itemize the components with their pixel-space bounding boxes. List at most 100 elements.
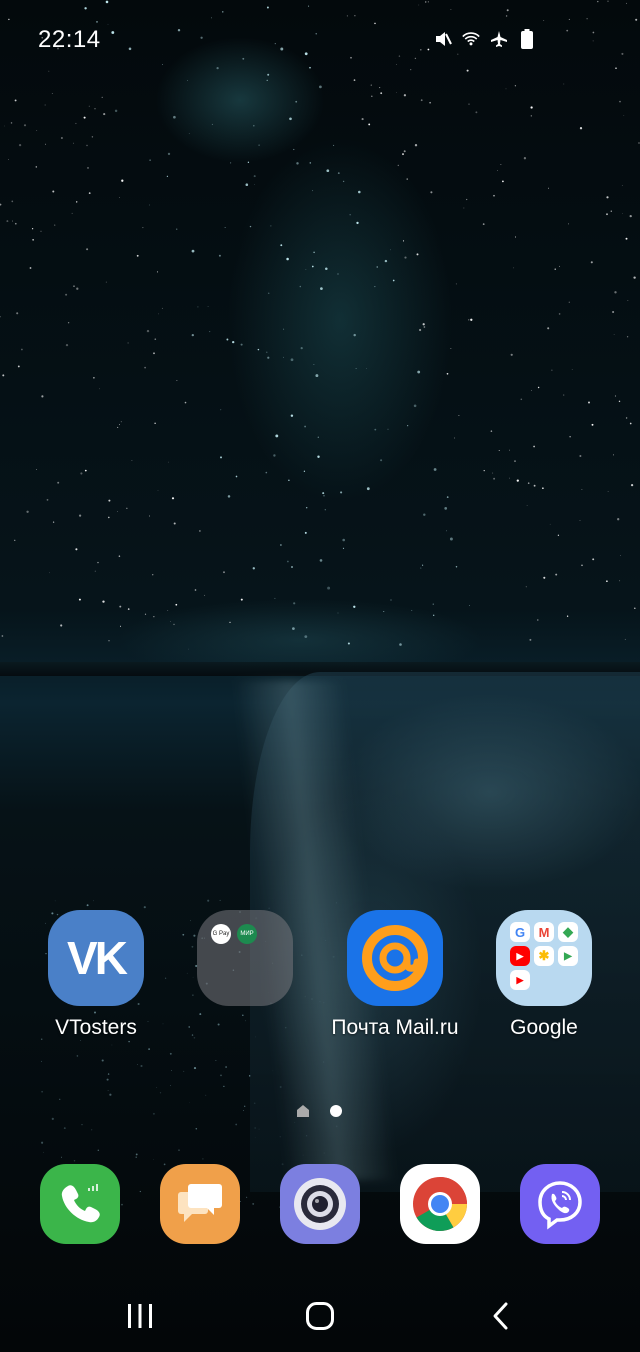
app-vtosters[interactable]: VK VTosters [21,910,171,1040]
star [120,421,122,423]
star [406,178,408,180]
app-label: Почта Mail.ru [331,1016,459,1039]
star [126,507,128,509]
messages-icon[interactable] [160,1164,240,1244]
star [624,638,626,640]
star [542,487,544,490]
star [76,287,79,290]
sand-sparkle [252,1202,255,1205]
star [142,227,144,229]
star [515,236,516,238]
star [498,450,500,451]
sand-sparkle [169,1052,172,1055]
star [579,455,582,457]
star [118,197,120,198]
star [257,348,260,351]
sand-sparkle [128,1040,130,1043]
star [356,221,359,225]
star [380,92,383,95]
phone-icon[interactable] [40,1164,120,1244]
app-mail-ru[interactable]: Почта Mail.ru [320,910,470,1040]
star [127,342,129,344]
sand-sparkle [139,1190,141,1193]
star [380,459,383,462]
star [342,547,345,550]
star [265,471,268,474]
star [94,570,96,572]
sand-sparkle [76,1055,79,1057]
star [493,194,495,197]
star [32,239,34,241]
star [312,190,314,192]
camera-icon[interactable] [280,1164,360,1244]
sand-sparkle [107,1090,109,1092]
star [41,395,44,398]
sand-sparkle [242,1110,244,1111]
star [292,627,295,630]
sand-sparkle [41,1141,44,1144]
sand-sparkle [106,1078,109,1081]
star [16,312,19,315]
star [455,566,458,568]
star [84,469,87,472]
sand-sparkle [240,1201,242,1203]
star [613,454,614,456]
star [283,328,285,330]
star [229,621,231,624]
star [621,185,623,187]
star [289,117,292,121]
star [176,380,178,381]
star [621,213,623,214]
folder-google[interactable]: G M ◆ ▶ ✱ ▶ ▶ Google [469,910,619,1040]
sand-sparkle [244,1105,246,1107]
star [10,122,13,124]
star [209,331,211,333]
star [450,348,452,349]
star [315,374,319,378]
star [376,266,378,268]
star [29,267,32,269]
viber-icon[interactable] [520,1164,600,1244]
star [220,456,222,459]
back-button[interactable] [476,1294,524,1338]
recents-button[interactable] [116,1294,164,1338]
sand-sparkle [61,1156,62,1158]
star [355,368,357,370]
star [275,434,279,438]
star [455,283,457,285]
star [614,291,617,294]
star [78,514,82,517]
star [623,115,625,116]
star [614,395,617,397]
star [173,522,176,525]
star [558,313,561,315]
home-page-icon [297,1105,309,1117]
sand-sparkle [207,899,210,902]
star [403,150,406,153]
clock: 22:14 [38,26,101,53]
star [325,267,328,271]
star [537,386,540,389]
page-indicator[interactable] [296,1104,342,1118]
sand-sparkle [193,1036,196,1039]
sand-sparkle [51,1117,54,1120]
folder-payments[interactable]: G Pay МИР [170,910,320,1016]
star [458,414,460,417]
star [108,640,110,642]
star [366,487,370,491]
star [468,319,470,321]
chrome-icon[interactable] [400,1164,480,1244]
star [154,422,156,424]
star [161,307,163,309]
star [18,143,22,147]
star [607,491,609,492]
star [520,398,523,401]
star [153,616,155,618]
star [14,539,16,541]
star [411,609,413,611]
star [26,510,29,513]
star [107,516,110,519]
home-button[interactable] [296,1294,344,1338]
star [21,348,23,351]
star [194,589,197,591]
